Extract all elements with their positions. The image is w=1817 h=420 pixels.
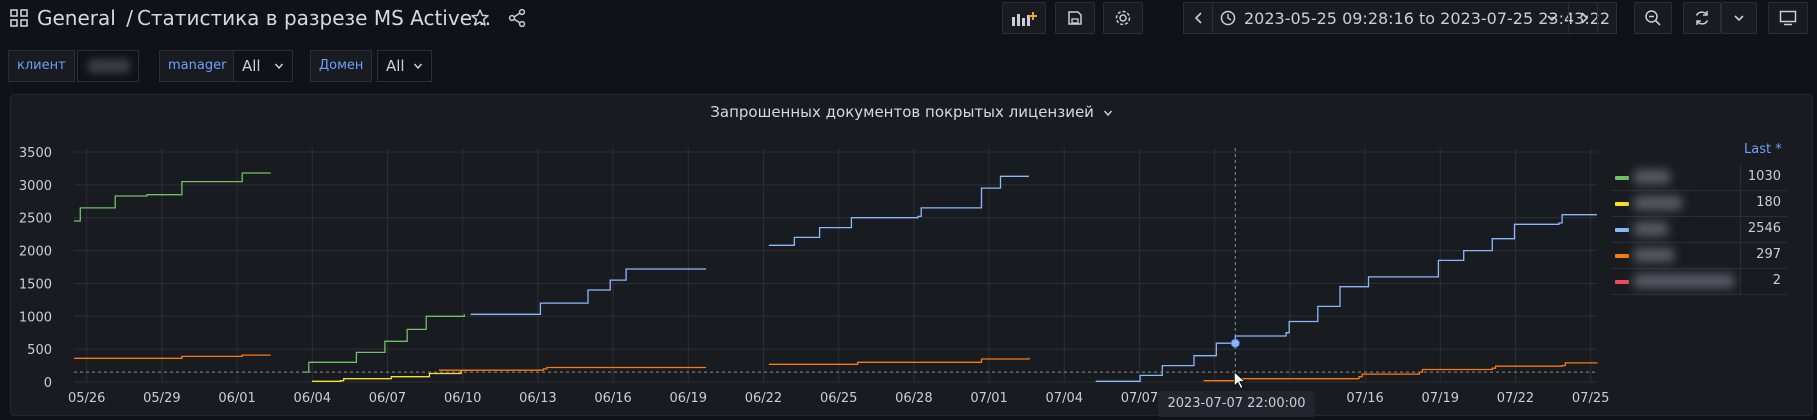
legend-color-swatch (1615, 228, 1629, 232)
series-line (74, 354, 271, 359)
series-line (1203, 362, 1598, 382)
legend-item[interactable]: 1030 (1612, 164, 1787, 191)
x-tick-label: 07/07 (1121, 391, 1158, 406)
legend-item[interactable]: 297 (1612, 242, 1787, 269)
x-tick-label: 06/13 (519, 391, 556, 406)
line-chart[interactable]: 0 500 1000 1500 2000 2500 3000 3500 05/26 05/29 06… (0, 0, 1817, 420)
series-line (438, 366, 707, 371)
y-tick-label: 3000 (19, 179, 52, 194)
legend-color-swatch (1615, 176, 1629, 180)
x-tick-label: 06/16 (594, 391, 631, 406)
mouse-cursor-icon (1233, 371, 1246, 390)
x-tick-label: 06/22 (745, 391, 782, 406)
x-tick-label: 06/04 (294, 391, 331, 406)
x-tick-label: 06/28 (895, 391, 932, 406)
series-line (302, 314, 465, 373)
y-tick-label: 3500 (19, 146, 52, 161)
series-line (768, 175, 1029, 246)
x-tick-label: 06/10 (444, 391, 481, 406)
x-tick-label: 05/26 (68, 391, 105, 406)
crosshair-time-tooltip: 2023-07-07 22:00:00 (1158, 391, 1315, 417)
x-tick-label: 07/25 (1572, 391, 1609, 406)
x-tick-label: 07/01 (970, 391, 1007, 406)
series-line (74, 172, 271, 222)
legend-sort-header[interactable]: Last * (1744, 142, 1782, 157)
crosshair-point (1230, 338, 1240, 348)
legend-last-value: 2546 (1747, 221, 1781, 236)
x-tick-label: 06/07 (369, 391, 406, 406)
legend-series-name-redacted (1634, 222, 1668, 236)
legend-series-name-redacted (1634, 170, 1670, 184)
legend-column-divider (1740, 268, 1741, 294)
x-tick-label: 07/22 (1497, 391, 1534, 406)
y-tick-label: 1000 (19, 310, 52, 325)
legend-item[interactable]: 2 (1612, 268, 1787, 295)
legend-item[interactable]: 180 (1612, 190, 1787, 217)
y-tick-label: 1500 (19, 277, 52, 292)
legend-color-swatch (1615, 280, 1629, 284)
legend-last-value: 297 (1756, 247, 1781, 262)
x-tick-label: 06/25 (820, 391, 857, 406)
x-tick-label: 06/19 (670, 391, 707, 406)
series-line (470, 268, 707, 315)
y-tick-label: 2500 (19, 212, 52, 227)
legend-last-value: 1030 (1747, 169, 1781, 184)
legend-series-name-redacted (1634, 196, 1682, 210)
series-line (1095, 214, 1597, 382)
x-tick-label: 07/16 (1346, 391, 1383, 406)
y-tick-label: 2000 (19, 245, 52, 260)
series-line (768, 357, 1030, 365)
legend-color-swatch (1615, 202, 1629, 206)
legend-column-divider (1740, 190, 1741, 216)
y-tick-label: 0 (44, 376, 52, 391)
legend-column-divider (1740, 164, 1741, 190)
x-tick-label: 06/01 (218, 391, 255, 406)
legend-item[interactable]: 2546 (1612, 216, 1787, 243)
x-tick-label: 05/29 (143, 391, 180, 406)
legend-color-swatch (1615, 254, 1629, 258)
legend-last-value: 2 (1772, 273, 1781, 288)
x-tick-label: 07/04 (1046, 391, 1083, 406)
y-tick-label: 500 (27, 343, 52, 358)
legend-last-value: 180 (1756, 195, 1781, 210)
x-tick-label: 07/19 (1422, 391, 1459, 406)
legend-column-divider (1740, 216, 1741, 242)
legend-column-divider (1740, 242, 1741, 268)
legend-series-name-redacted (1634, 274, 1734, 288)
legend-series-name-redacted (1634, 248, 1674, 262)
